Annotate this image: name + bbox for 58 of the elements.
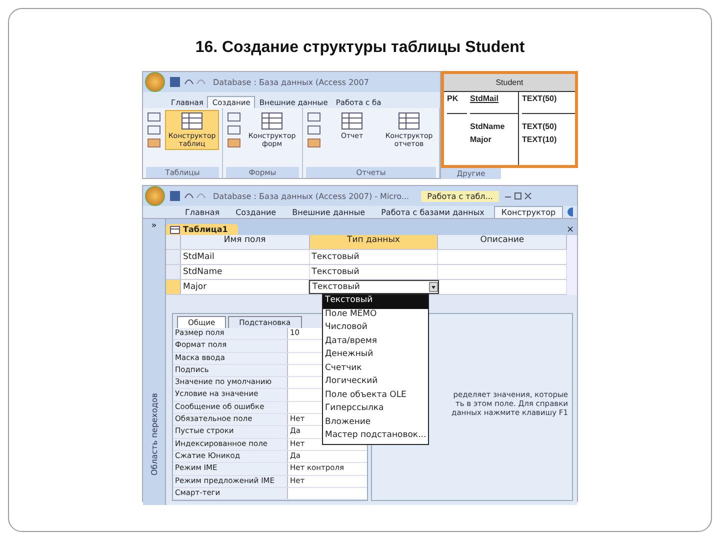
window-controls-icon[interactable] [502, 191, 533, 201]
slide-title: 16. Создание структуры таблицы Student [195, 39, 525, 57]
dropdown-option[interactable]: Числовой [323, 322, 428, 336]
select-all-corner[interactable] [166, 235, 181, 249]
data-type-cell[interactable]: Текстовый [309, 280, 439, 294]
column-header[interactable]: Имя поля [181, 235, 310, 249]
field-type: TEXT(50) [522, 122, 557, 131]
dropdown-option[interactable]: Поле объекта OLE [323, 390, 428, 403]
ribbon-tab[interactable]: Создание [230, 206, 282, 218]
office-button-icon[interactable] [145, 72, 165, 92]
ribbon-tab[interactable]: Работа с базами данных [375, 206, 490, 218]
data-type-cell[interactable]: Текстовый [310, 250, 438, 264]
table-name: Student [444, 74, 575, 92]
dropdown-option[interactable]: Счетчик [323, 362, 428, 376]
field-name-cell[interactable]: StdName [181, 265, 310, 279]
context-tab-label: Работа с табл... [421, 190, 499, 202]
row-selector[interactable] [166, 265, 181, 279]
window-title: Database : База данных (Access 2007) - Micro... [213, 192, 410, 200]
field-name: StdName [470, 122, 505, 131]
dropdown-option[interactable]: Мастер подстановок... [323, 430, 428, 444]
field-name: StdMail [470, 94, 498, 103]
ribbon-tab[interactable]: Главная [179, 206, 226, 218]
table-icon [181, 112, 203, 130]
office-button-icon[interactable] [145, 186, 165, 206]
table-icon [398, 112, 420, 130]
table-icon [170, 226, 180, 234]
field-name: Major [470, 135, 492, 144]
close-button[interactable]: × [566, 225, 574, 235]
scrollbar[interactable] [567, 235, 577, 295]
dropdown-option[interactable]: Текстовый [323, 295, 428, 308]
field-type: TEXT(50) [522, 94, 557, 103]
document-tab[interactable]: Таблица1 [166, 224, 238, 235]
table-icon [341, 112, 363, 130]
column-header[interactable]: Тип данных [310, 235, 438, 249]
dropdown-option[interactable]: Логический [323, 376, 428, 390]
field-name-cell[interactable]: Major [181, 280, 310, 294]
expand-button[interactable]: » [151, 219, 157, 233]
small-buttons-icon[interactable] [146, 110, 162, 150]
row-selector[interactable] [166, 250, 181, 264]
window-title: Database : База данных (Access 2007 [213, 78, 369, 86]
field-name-cell[interactable]: StdMail [181, 250, 310, 264]
ribbon-tab[interactable]: Внешние данные [286, 206, 372, 218]
data-type-cell[interactable]: Текстовый [310, 265, 438, 279]
dropdown-option[interactable]: Гиперссылка [323, 403, 428, 416]
table-icon [261, 112, 283, 130]
navigation-pane[interactable]: » Область переходов [143, 219, 166, 506]
key-label: PK [447, 94, 458, 103]
column-header[interactable]: Описание [438, 235, 568, 249]
field-type: TEXT(10) [522, 135, 557, 144]
ribbon-tab[interactable]: Конструктор [494, 206, 563, 218]
dropdown-option[interactable]: Денежный [323, 349, 428, 362]
dropdown-option[interactable]: Поле MEMO [323, 308, 428, 322]
row-selector[interactable] [166, 280, 181, 294]
small-buttons-icon[interactable] [306, 110, 322, 150]
navigation-pane-label: Область переходов [150, 392, 158, 476]
dropdown-option[interactable]: Вложение [323, 416, 428, 430]
dropdown-option[interactable]: Дата/время [323, 336, 428, 349]
small-buttons-icon[interactable] [226, 110, 242, 150]
